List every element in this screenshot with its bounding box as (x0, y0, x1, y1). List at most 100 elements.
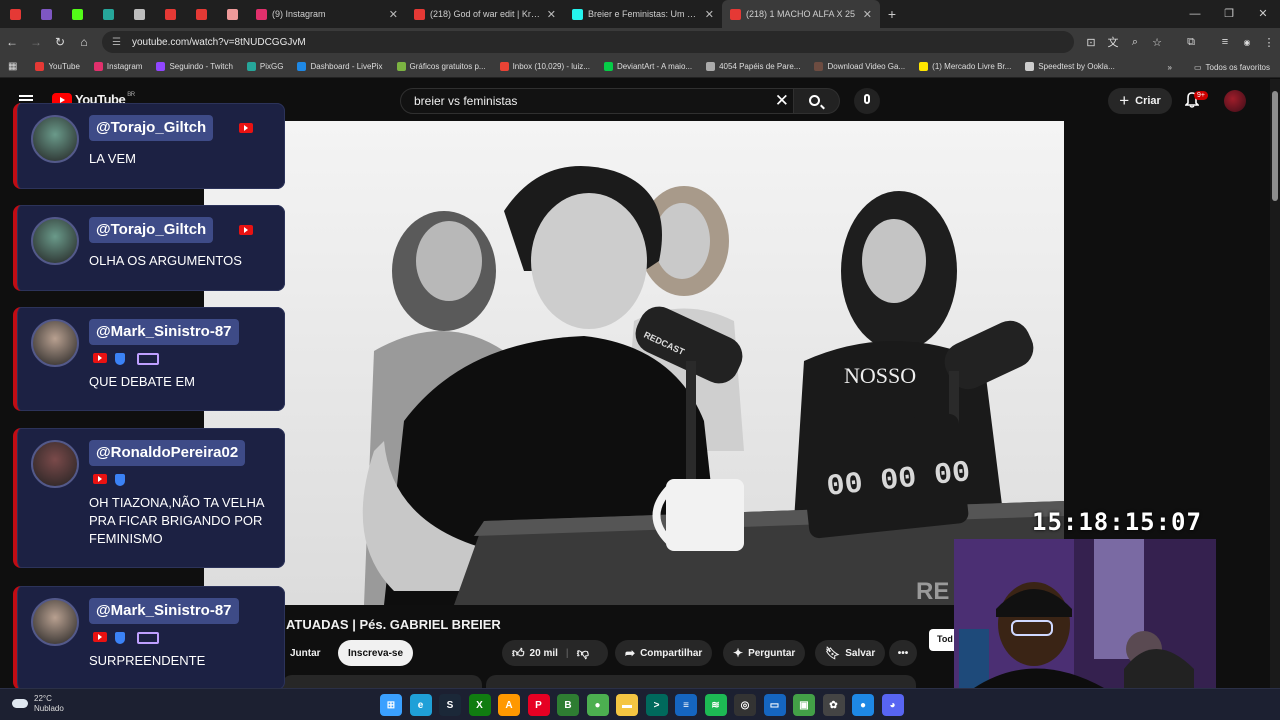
spotify-icon[interactable]: ≋ (704, 694, 727, 716)
more-bookmarks-icon[interactable]: » (1168, 63, 1172, 72)
filter-chip-todos[interactable]: Tod (929, 629, 955, 651)
like-icon[interactable]: 👍︎ (512, 646, 525, 661)
bookmark-favicon-icon (814, 62, 824, 71)
browser-tab[interactable]: Breier e Feministas: Um Momen ✕ (564, 0, 722, 28)
taskbar-apps: ⊞ e S X A P B ● ▬ > ≡ ≋ ◎ ▭ ▣ ✿ ● ◕ (380, 694, 911, 716)
bookmark-item[interactable]: Dashboard - LivePix (297, 62, 383, 71)
dislike-icon[interactable]: 👎︎ (577, 646, 589, 661)
bookmark-item[interactable]: YouTube (35, 62, 80, 71)
reload-icon[interactable]: ↻ (48, 35, 72, 49)
browser-tab[interactable]: (9) Instagram ✕ (248, 0, 406, 28)
display-icon[interactable]: ▭ (763, 694, 786, 716)
bookmark-item[interactable]: Gráficos gratuitos p... (396, 62, 486, 71)
voice-search-button[interactable] (854, 88, 880, 114)
bookmark-item[interactable]: Inbox (10,029) - luiz... (499, 62, 590, 71)
more-actions-button[interactable]: ••• (889, 640, 917, 666)
browser-tab[interactable] (62, 0, 93, 28)
bookmark-star-icon[interactable]: ☆ (1146, 36, 1168, 49)
tab-title: (218) 1 MACHO ALFA X 25 (746, 9, 856, 19)
bookmark-item[interactable]: 4054 Papéis de Pare... (706, 62, 800, 71)
browser-tab[interactable] (124, 0, 155, 28)
video-player[interactable]: NOSSO REDCAST 00 00 00 RE (204, 121, 1064, 605)
ask-button[interactable]: ✦ Perguntar (723, 640, 806, 666)
browser-tab[interactable]: (218) 1 MACHO ALFA X 25 ✕ (722, 0, 880, 28)
share-button[interactable]: ➦ Compartilhar (615, 640, 713, 666)
search-input[interactable]: breier vs feministas ✕ (400, 88, 794, 114)
close-tab-icon[interactable]: ✕ (863, 8, 872, 21)
bookmark-label: Dashboard - LivePix (310, 62, 383, 71)
search-query: breier vs feministas (414, 94, 518, 108)
zoom-icon[interactable]: ⌕ (1124, 36, 1146, 49)
like-count[interactable]: 20 mil (530, 648, 558, 659)
account-avatar[interactable] (1224, 90, 1246, 112)
back-icon[interactable]: ← (0, 35, 24, 49)
description-box[interactable] (282, 675, 482, 689)
home-icon[interactable]: ⌂ (72, 35, 96, 49)
b-app-icon[interactable]: B (557, 694, 579, 716)
restore-icon[interactable]: ❐ (1212, 0, 1246, 28)
browser-tab[interactable] (155, 0, 186, 28)
pinterest-icon[interactable]: P (527, 694, 550, 716)
new-tab-icon[interactable]: + (880, 6, 904, 22)
comments-box[interactable] (486, 675, 916, 689)
obs-icon[interactable]: ◎ (734, 694, 756, 716)
search-button[interactable] (794, 88, 840, 114)
minimize-icon[interactable]: — (1178, 0, 1212, 28)
browser-tab[interactable]: (218) God of war edit | Kratos v ✕ (406, 0, 564, 28)
bookmark-item[interactable]: Seguindo - Twitch (156, 62, 233, 71)
address-bar[interactable]: ☰ youtube.com/watch?v=8tNUDCGGJvM (102, 31, 1074, 53)
bookmark-item[interactable]: Instagram (93, 62, 142, 71)
install-icon[interactable]: ⊡ (1080, 36, 1102, 49)
all-bookmarks[interactable]: Todos os favoritos (1206, 63, 1270, 72)
forward-icon[interactable]: → (24, 35, 48, 49)
close-tab-icon[interactable]: ✕ (547, 8, 556, 21)
browser-tab[interactable] (93, 0, 124, 28)
browser-tab[interactable] (217, 0, 248, 28)
scrollbar-thumb[interactable] (1272, 91, 1278, 201)
create-button[interactable]: + Criar (1108, 88, 1172, 114)
bookmark-item[interactable]: (1) Mercado Livre Br... (919, 62, 1011, 71)
chat-message-card: @Torajo_Giltch OLHA OS ARGUMENTOS (13, 205, 285, 291)
join-button[interactable]: Juntar (282, 640, 329, 666)
folder-icon: ▭ (1193, 62, 1202, 72)
profile-icon[interactable]: ◉ (1236, 38, 1258, 47)
bookmark-item[interactable]: DeviantArt - A maio... (603, 62, 692, 71)
close-window-icon[interactable]: ✕ (1246, 0, 1280, 28)
davinci-icon[interactable]: ✿ (822, 694, 845, 716)
terminal-icon[interactable]: > (645, 694, 668, 716)
subscribe-button[interactable]: Inscreva-se (338, 640, 414, 666)
chrome-active-icon[interactable]: ● (852, 694, 874, 716)
steam-icon[interactable]: S (439, 694, 461, 716)
weather-widget[interactable]: 22°C Nublado (12, 694, 64, 714)
screen: (9) Instagram ✕ (218) God of war edit | Kr… (0, 0, 1280, 720)
bookmark-item[interactable]: PixGG (246, 62, 283, 71)
clear-search-icon[interactable]: ✕ (775, 92, 789, 110)
extensions-icon[interactable]: ⧉ (1180, 36, 1202, 49)
save-button[interactable]: 🔖︎ Salvar (815, 640, 886, 666)
reading-list-icon[interactable]: ≡ (1214, 36, 1236, 48)
page-scrollbar[interactable] (1270, 79, 1280, 688)
browser-tab[interactable] (0, 0, 31, 28)
discord-icon[interactable]: ◕ (881, 694, 904, 716)
close-tab-icon[interactable]: ✕ (389, 8, 398, 21)
webcam-image (954, 539, 1216, 688)
edge-icon[interactable]: e (409, 694, 432, 716)
menu-icon[interactable]: ⋮ (1258, 36, 1280, 49)
xbox-icon[interactable]: X (468, 694, 491, 716)
windows-start-icon[interactable]: ⊞ (380, 694, 402, 716)
folder-icon[interactable]: ▬ (616, 694, 638, 716)
sublime-icon[interactable]: A (498, 694, 520, 716)
chrome-icon[interactable]: ● (586, 694, 609, 716)
bookmark-item[interactable]: Download Video Ga... (814, 62, 905, 71)
app-green-icon[interactable]: ▣ (793, 694, 815, 716)
browser-tab[interactable] (186, 0, 217, 28)
notes-icon[interactable]: ≡ (675, 694, 697, 716)
browser-tab[interactable] (31, 0, 62, 28)
bookmark-icon: 🔖︎ (825, 646, 841, 660)
site-info-icon[interactable]: ☰ (112, 37, 124, 48)
region-code: BR (127, 92, 135, 98)
translate-icon[interactable]: 文 (1102, 34, 1124, 50)
apps-icon[interactable]: ▦ (8, 61, 17, 72)
bookmark-item[interactable]: Speedtest by Ookla... (1025, 62, 1115, 71)
close-tab-icon[interactable]: ✕ (705, 8, 714, 21)
